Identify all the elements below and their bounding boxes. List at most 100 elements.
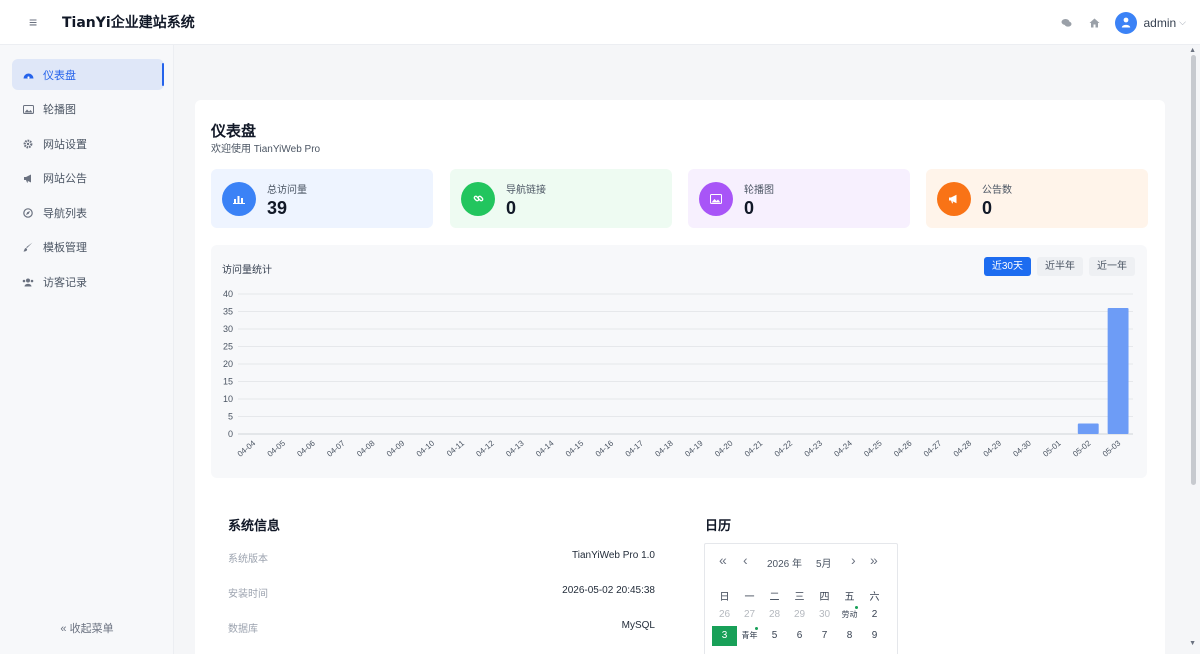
megaphone-icon	[937, 181, 971, 216]
right-icon[interactable]: ›	[851, 552, 856, 568]
bar-chart-icon	[222, 181, 256, 216]
scrollbar-thumb[interactable]	[1191, 55, 1196, 485]
collapse-menu-button[interactable]: « 收起菜单	[0, 620, 174, 636]
x-tick-label: 04-11	[445, 438, 466, 458]
sidebar-item-3[interactable]: 网站设置	[12, 128, 164, 159]
sidebar-item-7[interactable]: 访客记录	[12, 267, 164, 298]
stat-value: 0	[506, 197, 517, 218]
y-tick-label: 25	[223, 342, 233, 352]
calendar-title: 日历	[705, 519, 732, 534]
calendar-day[interactable]: 29	[787, 605, 812, 625]
calendar-day[interactable]: 30	[812, 605, 837, 625]
calendar-day[interactable]: 28	[762, 605, 787, 625]
link-icon	[461, 181, 495, 216]
stat-text: 公告数 0	[982, 181, 1012, 217]
hamburger-icon[interactable]: ≡	[29, 15, 45, 29]
sidebar-item-4[interactable]: 网站公告	[12, 163, 164, 194]
calendar-month[interactable]: 5月	[816, 555, 832, 570]
calendar-day-text: 6	[796, 630, 803, 641]
sidebar-item-2[interactable]: 轮播图	[12, 94, 164, 125]
scroll-down-arrow[interactable]: ▼	[1189, 640, 1196, 647]
x-tick-label: 04-17	[624, 438, 646, 458]
calendar-today[interactable]: 3	[712, 626, 737, 646]
weekday-label: 一	[744, 592, 755, 603]
x-tick-label: 04-12	[474, 438, 496, 458]
sidebar-item-1[interactable]: 仪表盘	[12, 59, 164, 90]
system-info-value: TianYiWeb Pro 1.0	[571, 550, 655, 561]
calendar-day[interactable]: 劳动	[837, 605, 862, 625]
calendar-day[interactable]: 27	[737, 605, 762, 625]
calendar-day-text: 3	[721, 630, 728, 641]
x-tick-label: 04-20	[713, 438, 735, 458]
weekday-label: 二	[769, 592, 780, 603]
top-bar: ≡ TianYi企业建站系统 admin ⌵	[0, 0, 1200, 45]
calendar-day-text: 5	[771, 630, 778, 641]
range-button-2[interactable]: 近半年	[1037, 257, 1083, 276]
user-name[interactable]: admin	[1143, 16, 1176, 30]
y-tick-label: 15	[223, 377, 233, 387]
chart-bar	[1077, 423, 1099, 434]
stat-card-3: 轮播图 0	[688, 169, 910, 228]
x-tick-label: 04-26	[892, 438, 914, 458]
x-tick-label: 04-15	[564, 438, 586, 458]
stat-label: 轮播图	[744, 184, 774, 196]
calendar-day-text: 劳动	[841, 610, 858, 619]
y-tick-label: 0	[228, 429, 233, 439]
x-tick-label: 04-21	[743, 438, 765, 458]
calendar: « ‹ 2026 年 5月 › » 日 一 二 三 四 五 六 26 27 28 29 30 劳动 2 3…	[704, 543, 898, 654]
calendar-day[interactable]: 26	[712, 605, 737, 625]
x-tick-label: 04-05	[266, 438, 288, 458]
range-button-3[interactable]: 近一年	[1089, 257, 1135, 276]
double-left-icon[interactable]: «	[719, 552, 727, 568]
sidebar-menu: 仪表盘轮播图网站设置网站公告导航列表模板管理访客记录	[12, 59, 164, 301]
sidebar-item-label: 导航列表	[43, 207, 87, 220]
app-title: TianYi企业建站系统	[62, 15, 195, 31]
calendar-year[interactable]: 2026 年	[767, 555, 802, 570]
left-icon[interactable]: ‹	[743, 552, 748, 568]
chevron-down-icon[interactable]: ⌵	[1179, 17, 1186, 28]
stat-value: 0	[982, 197, 993, 218]
x-tick-label: 05-01	[1041, 438, 1063, 458]
double-right-icon[interactable]: »	[870, 552, 878, 568]
x-tick-label: 04-27	[922, 438, 944, 458]
user-avatar-icon[interactable]	[1115, 11, 1138, 34]
chart-title: 访问量统计	[222, 265, 272, 276]
calendar-day[interactable]: 5	[762, 626, 787, 646]
weekday-label: 日	[719, 592, 730, 603]
stat-card-2: 导航链接 0	[450, 169, 672, 228]
weekday-label: 五	[844, 592, 855, 603]
stat-card-4: 公告数 0	[926, 169, 1148, 228]
calendar-day[interactable]: 7	[812, 626, 837, 646]
x-tick-label: 05-03	[1101, 438, 1123, 458]
calendar-day[interactable]: 9	[862, 626, 887, 646]
scroll-up-arrow[interactable]: ▲	[1189, 47, 1196, 54]
x-tick-label: 04-24	[832, 438, 854, 458]
sidebar-item-label: 轮播图	[43, 104, 76, 117]
calendar-header: « ‹ 2026 年 5月 › »	[705, 552, 897, 572]
calendar-week-row: 3 青年 5 6 7 8 9	[712, 626, 892, 646]
chat-icon[interactable]	[1059, 16, 1073, 30]
calendar-day[interactable]: 6	[787, 626, 812, 646]
calendar-day[interactable]: 2	[862, 605, 887, 625]
calendar-day-text: 29	[793, 609, 806, 620]
home-icon[interactable]	[1087, 16, 1101, 30]
page-subtitle: 欢迎使用 TianYiWeb Pro	[211, 144, 321, 155]
brush-icon	[22, 241, 34, 253]
sidebar-item-5[interactable]: 导航列表	[12, 197, 164, 228]
stat-label: 公告数	[982, 184, 1012, 196]
y-tick-label: 40	[223, 289, 233, 299]
y-tick-label: 20	[223, 359, 233, 369]
calendar-day-text: 青年	[741, 631, 758, 640]
sidebar-item-6[interactable]: 模板管理	[12, 232, 164, 263]
system-info-title: 系统信息	[228, 519, 281, 534]
x-tick-label: 04-28	[952, 438, 974, 458]
range-button-1[interactable]: 近30天	[983, 257, 1031, 276]
stat-text: 总访问量 39	[267, 181, 307, 217]
x-tick-label: 04-16	[594, 438, 616, 458]
stat-value: 0	[744, 197, 755, 218]
system-info-key: 数据库	[228, 624, 258, 635]
gear-icon	[22, 138, 34, 150]
calendar-day[interactable]: 8	[837, 626, 862, 646]
calendar-day[interactable]: 青年	[737, 626, 762, 646]
system-info-key: 系统版本	[228, 554, 268, 565]
